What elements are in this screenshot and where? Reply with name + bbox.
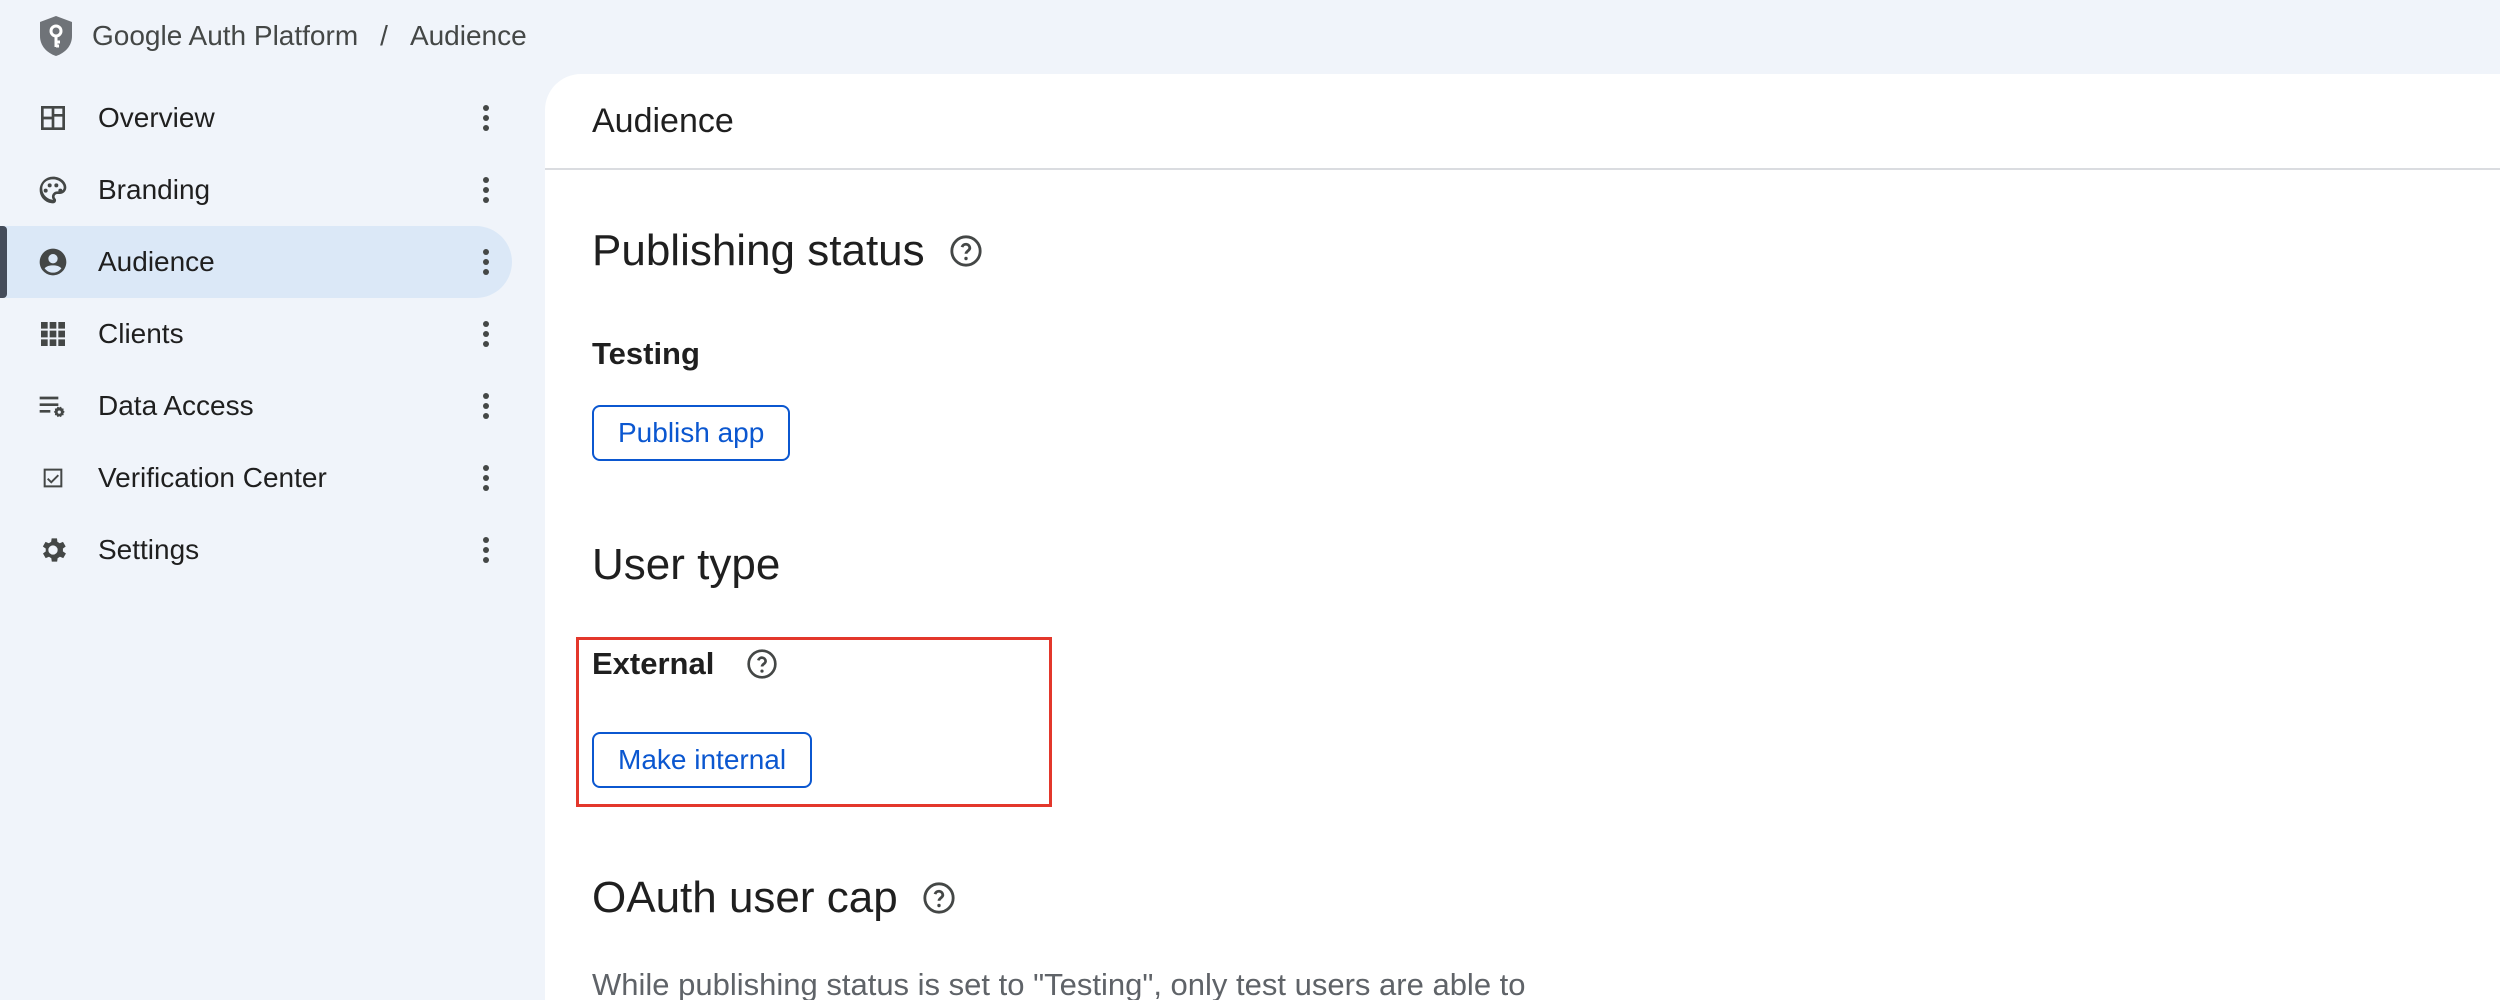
breadcrumb-current: Audience — [409, 20, 527, 51]
sidebar-item-settings[interactable]: Settings — [0, 514, 512, 586]
sidebar-item-label: Settings — [98, 534, 200, 565]
more-vert-icon[interactable] — [474, 530, 498, 570]
more-vert-icon[interactable] — [474, 98, 498, 138]
publishing-status-title: Publishing status — [592, 226, 925, 275]
sidebar-item-data-access[interactable]: Data Access — [0, 370, 512, 442]
main-header: Audience — [545, 74, 2500, 170]
user-type-value-row: External — [592, 646, 778, 682]
oauth-user-cap-heading: OAuth user cap — [592, 873, 956, 923]
main-panel: Audience Publishing status Testing Publi… — [545, 74, 2500, 1000]
oauth-user-cap-title: OAuth user cap — [592, 873, 898, 922]
help-icon[interactable] — [746, 648, 778, 680]
breadcrumb-product[interactable]: Google Auth Platform — [92, 20, 358, 52]
more-vert-icon[interactable] — [474, 386, 498, 426]
breadcrumb-separator: / — [380, 20, 388, 51]
publish-app-button[interactable]: Publish app — [592, 405, 791, 461]
page-title: Audience — [592, 101, 734, 140]
page: Google Auth Platform / Audience Overview… — [0, 0, 2500, 1000]
more-vert-icon[interactable] — [474, 458, 498, 498]
sidebar: Overview Branding Audience Clients Data … — [0, 82, 540, 586]
sidebar-item-label: Overview — [98, 102, 215, 133]
user-type-title: User type — [592, 540, 781, 589]
help-icon[interactable] — [949, 234, 983, 268]
palette-icon — [36, 173, 70, 207]
sidebar-item-branding[interactable]: Branding — [0, 154, 512, 226]
publishing-status-value: Testing — [592, 336, 700, 371]
dashboard-icon — [36, 101, 70, 135]
help-icon[interactable] — [922, 881, 956, 915]
publishing-status-heading: Publishing status — [592, 226, 983, 276]
sidebar-item-label: Clients — [98, 318, 184, 349]
checkbox-icon — [36, 461, 70, 495]
sidebar-item-label: Data Access — [98, 390, 254, 421]
more-vert-icon[interactable] — [474, 314, 498, 354]
more-vert-icon[interactable] — [474, 170, 498, 210]
gear-icon — [36, 533, 70, 567]
sidebar-item-audience[interactable]: Audience — [0, 226, 512, 298]
user-type-value: External — [592, 646, 715, 681]
sidebar-item-clients[interactable]: Clients — [0, 298, 512, 370]
sidebar-item-label: Verification Center — [98, 462, 327, 493]
sidebar-item-label: Audience — [98, 246, 215, 277]
make-internal-button[interactable]: Make internal — [592, 732, 813, 788]
breadcrumb: Google Auth Platform / Audience — [0, 0, 2500, 72]
account-circle-icon — [36, 245, 70, 279]
sidebar-item-label: Branding — [98, 174, 211, 205]
oauth-user-cap-description: While publishing status is set to "Testi… — [592, 967, 1526, 1000]
auth-shield-icon — [40, 16, 72, 56]
user-type-heading: User type — [592, 540, 780, 590]
sidebar-item-overview[interactable]: Overview — [0, 82, 512, 154]
list-settings-icon — [36, 389, 70, 423]
apps-grid-icon — [36, 317, 70, 351]
more-vert-icon[interactable] — [474, 242, 498, 282]
sidebar-item-verification-center[interactable]: Verification Center — [0, 442, 512, 514]
